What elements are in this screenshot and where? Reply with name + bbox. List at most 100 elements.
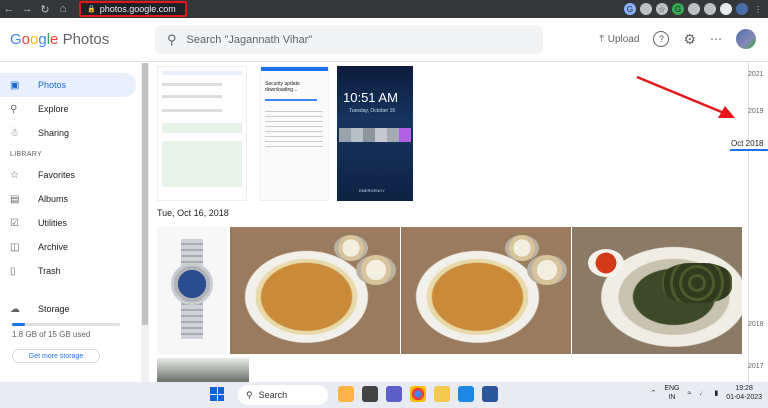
date-heading: Tue, Oct 16, 2018 (157, 208, 229, 218)
taskbar-search-label: Search (258, 390, 288, 400)
timeline-current-marker[interactable] (730, 149, 768, 151)
archive-icon: ◫ (10, 241, 20, 253)
sidebar-item-label: Storage (38, 304, 70, 314)
timeline-year[interactable]: 2018 (748, 321, 764, 328)
trash-icon: ▯ (10, 265, 16, 277)
photo-thumbnail[interactable] (157, 227, 227, 354)
upload-button[interactable]: ⤒ Upload (599, 34, 639, 45)
logo-photos-text: Photos (62, 31, 110, 48)
address-bar[interactable]: 🔒 photos.google.com (79, 1, 187, 17)
storage-progress-fill (12, 323, 25, 326)
photo-thumbnail[interactable] (230, 227, 400, 354)
timeline-scrubber[interactable]: 2021 2019 2018 2017 (748, 63, 768, 382)
app-tabs-strip (162, 71, 242, 75)
photo-thumbnail[interactable]: 10:51 AM Tuesday, October 16 EMERGENCY (337, 66, 413, 201)
lock-icon: 🔒 (87, 6, 96, 13)
google-photos-logo[interactable]: Google Photos (10, 31, 109, 48)
sidebar-item-label: Favorites (38, 170, 76, 180)
volume-icon[interactable]: ♩ (699, 390, 706, 397)
file-explorer-icon[interactable] (434, 386, 450, 402)
photo-thumbnail[interactable] (401, 227, 571, 354)
language-indicator[interactable]: ENG IN (664, 384, 679, 402)
storage-used-text: 1.8 GB of 15 GB used (12, 330, 91, 339)
google-icon[interactable]: G (624, 3, 636, 15)
grammarly-icon[interactable]: G (672, 3, 684, 15)
search-placeholder: Search "Jagannath Vihar" (186, 33, 313, 46)
avatar[interactable] (736, 29, 756, 49)
sidebar-item-favorites[interactable]: ☆ Favorites (0, 163, 140, 187)
battery-icon[interactable]: ▮ (714, 389, 718, 397)
lockscreen-date: Tuesday, October 16 (349, 108, 396, 114)
cloud-icon: ☁ (10, 303, 20, 315)
clock[interactable]: 19:28 01-04-2023 (726, 384, 762, 402)
region-code: IN (668, 394, 676, 401)
upload-icon: ⤒ (599, 33, 604, 45)
photo-thumbnail[interactable] (157, 66, 247, 201)
sidebar-scrollbar[interactable] (141, 63, 149, 382)
star-icon: ☆ (10, 169, 19, 181)
forward-icon[interactable]: → (18, 0, 36, 18)
back-icon[interactable]: ← (0, 0, 18, 18)
sidebar-item-storage[interactable]: ☁ Storage (0, 297, 140, 321)
sidebar-item-explore[interactable]: ⚲ Explore (0, 97, 140, 121)
sidebar-item-sharing[interactable]: ☃ Sharing (0, 121, 140, 145)
sidebar-item-albums[interactable]: ▤ Albums (0, 187, 140, 211)
browser-toolbar: ← → ↻ ⌂ 🔒 photos.google.com G ☆ G ⋮ (0, 0, 768, 18)
photo-thumbnail[interactable] (157, 358, 249, 382)
logo-google-text: Google (10, 31, 59, 48)
scrollbar-thumb[interactable] (142, 63, 148, 325)
clock-date: 01-04-2023 (726, 394, 762, 401)
system-tray: ⌃ ENG IN ≈ ♩ ▮ 19:28 01-04-2023 (650, 384, 762, 402)
sidebar-item-photos[interactable]: ▣ Photos (0, 73, 136, 97)
sidebar-item-utilities[interactable]: ☑ Utilities (0, 211, 140, 235)
security-update-title: Security update downloading... (265, 81, 300, 93)
extension-icon[interactable] (688, 3, 700, 15)
puzzle-icon[interactable] (704, 3, 716, 15)
get-more-storage-button[interactable]: Get more storage (12, 349, 100, 363)
timeline-year[interactable]: 2021 (748, 71, 764, 78)
teams-icon[interactable] (386, 386, 402, 402)
profile-avatar-icon[interactable] (736, 3, 748, 15)
extension-icons: G ☆ G ⋮ (624, 2, 764, 16)
timeline-year[interactable]: 2017 (748, 363, 764, 370)
sidebar-item-label: Sharing (38, 128, 70, 138)
timeline-year[interactable]: 2019 (748, 108, 764, 115)
lockscreen-time: 10:51 AM (343, 90, 398, 105)
sidebar-item-trash[interactable]: ▯ Trash (0, 259, 140, 283)
sidebar-item-label: Photos (38, 80, 67, 90)
chrome-icon[interactable] (410, 386, 426, 402)
taskbar-apps (338, 386, 498, 402)
home-icon[interactable]: ⌂ (54, 0, 72, 18)
album-icon: ▤ (10, 193, 20, 205)
sidebar-item-label: Archive (38, 242, 69, 252)
task-view-icon[interactable] (362, 386, 378, 402)
language-code: ENG (664, 385, 680, 392)
word-icon[interactable] (482, 386, 498, 402)
apps-grid-icon[interactable]: ⋯ (710, 32, 722, 46)
store-icon[interactable] (458, 386, 474, 402)
bookmark-star-icon[interactable]: ☆ (656, 3, 668, 15)
chevron-up-icon[interactable]: ⌃ (650, 389, 656, 397)
os-taskbar: ⚲ Search ⌃ ENG IN ≈ ♩ ▮ 19:28 01-04-2023 (0, 382, 768, 408)
settings-gear-icon[interactable]: ⚙ (683, 31, 696, 48)
widgets-icon[interactable] (338, 386, 354, 402)
share-icon[interactable] (640, 3, 652, 15)
help-icon[interactable]: ? (653, 31, 670, 47)
clock-time: 19:28 (735, 385, 753, 392)
utilities-icon: ☑ (10, 217, 19, 229)
windows-start-icon[interactable] (210, 387, 224, 401)
menu-dots-icon[interactable]: ⋮ (752, 3, 764, 15)
photo-thumbnail[interactable] (572, 227, 742, 354)
sidepanel-icon[interactable] (720, 3, 732, 15)
wifi-icon[interactable]: ≈ (687, 390, 691, 397)
reload-icon[interactable]: ↻ (36, 0, 54, 18)
header-actions: ⤒ Upload ? ⚙ ⋯ (599, 29, 756, 49)
taskbar-search[interactable]: ⚲ Search (238, 385, 328, 405)
sidebar-nav: ▣ Photos ⚲ Explore ☃ Sharing LIBRARY ☆ F… (0, 63, 140, 382)
library-section-label: LIBRARY (10, 150, 42, 158)
sidebar-item-archive[interactable]: ◫ Archive (0, 235, 140, 259)
upload-label: Upload (607, 33, 640, 45)
timeline-current-date: Oct 2018 (730, 139, 765, 148)
search-input[interactable]: ⚲ Search "Jagannath Vihar" (155, 25, 543, 54)
photo-thumbnail[interactable]: Security update downloading... (260, 66, 329, 201)
